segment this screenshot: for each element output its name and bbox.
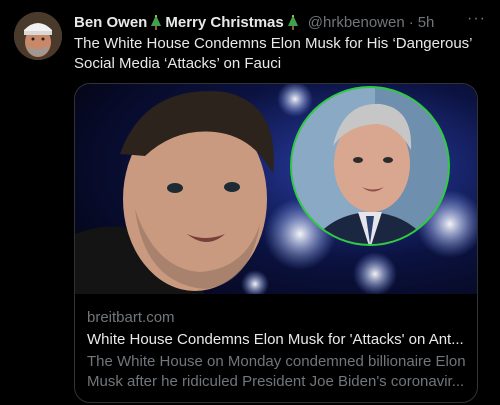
card-domain: breitbart.com	[87, 309, 175, 326]
card-title[interactable]: White House Condemns Elon Musk for 'Atta…	[87, 330, 467, 350]
card-photo	[75, 84, 477, 294]
tweet-header: Ben Owen Merry Christmas @hrkbenowen · 5…	[74, 12, 484, 32]
tweet-text: The White House Condemns Elon Musk for H…	[74, 35, 472, 72]
author-handle[interactable]: @hrkbenowen	[308, 14, 405, 31]
avatar[interactable]	[14, 12, 62, 60]
link-card[interactable]: breitbart.com White House Condemns Elon …	[74, 83, 478, 403]
christmas-tree-icon	[287, 14, 298, 30]
christmas-tree-icon	[151, 14, 162, 30]
tweet[interactable]: Ben Owen Merry Christmas @hrkbenowen · 5…	[0, 0, 500, 405]
card-image[interactable]	[75, 84, 477, 294]
card-meta[interactable]: breitbart.com White House Condemns Elon …	[87, 308, 467, 392]
author-name-suffix[interactable]: Merry Christmas	[165, 14, 283, 31]
author-name[interactable]: Ben Owen	[74, 14, 147, 31]
timestamp[interactable]: 5h	[418, 14, 435, 31]
separator: ·	[408, 13, 414, 31]
avatar-image	[14, 12, 62, 60]
more-icon[interactable]: ···	[467, 10, 486, 28]
card-description: The White House on Monday condemned bill…	[87, 353, 466, 390]
